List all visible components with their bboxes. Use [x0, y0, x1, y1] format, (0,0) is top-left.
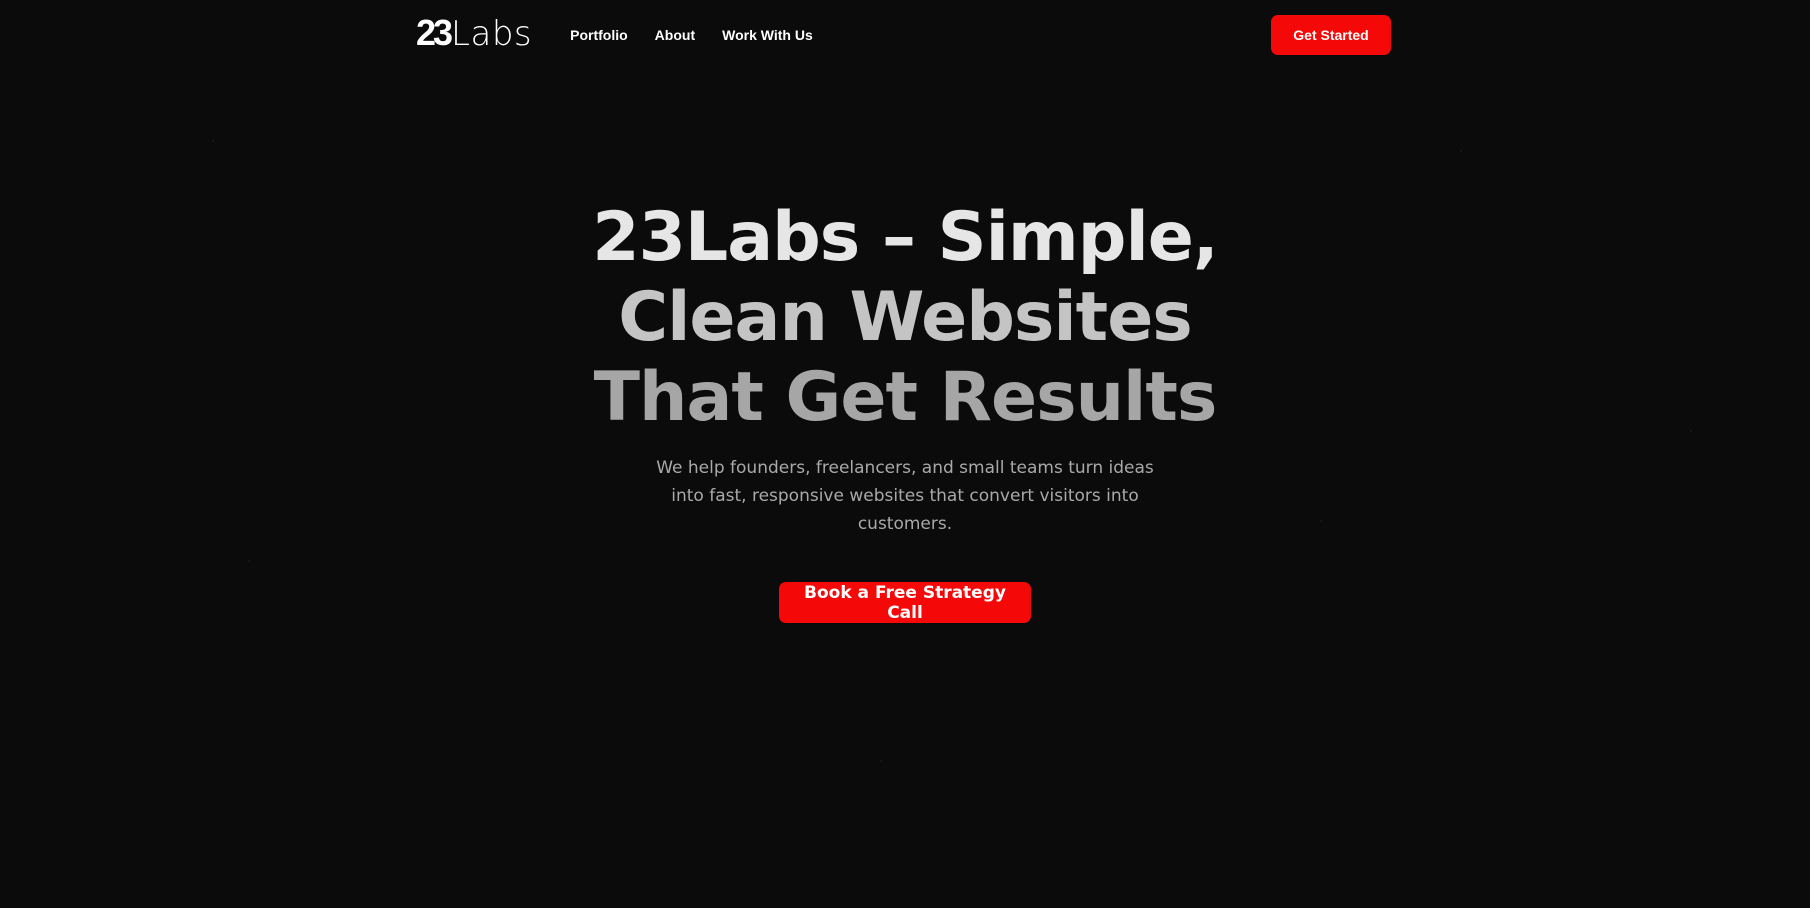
- nav-link-work-with-us[interactable]: Work With Us: [722, 27, 813, 43]
- hero-title-line-2: Clean Websites: [618, 278, 1193, 357]
- background-speck: [212, 140, 214, 142]
- book-strategy-call-button[interactable]: Book a Free Strategy Call: [779, 582, 1031, 623]
- hero-section: 23Labs – Simple, Clean Websites That Get…: [0, 198, 1810, 623]
- primary-nav: Portfolio About Work With Us: [570, 27, 813, 43]
- brand-logo[interactable]: 23 Labs: [416, 12, 533, 54]
- get-started-button[interactable]: Get Started: [1271, 15, 1391, 55]
- logo-number: 23: [416, 12, 453, 53]
- background-speck: [880, 760, 882, 762]
- hero-title-line-3: That Get Results: [593, 358, 1218, 437]
- hero-title: 23Labs – Simple, Clean Websites That Get…: [525, 198, 1285, 438]
- hero-title-line-1: 23Labs – Simple,: [592, 198, 1218, 277]
- top-navbar: 23 Labs Portfolio About Work With Us Get…: [416, 15, 1391, 55]
- nav-link-about[interactable]: About: [655, 27, 695, 43]
- nav-link-portfolio[interactable]: Portfolio: [570, 27, 628, 43]
- logo-wordmark: Labs: [451, 14, 533, 54]
- hero-subtitle: We help founders, freelancers, and small…: [656, 458, 1154, 534]
- landing-page: 23 Labs Portfolio About Work With Us Get…: [0, 0, 1810, 908]
- background-speck: [1460, 150, 1462, 152]
